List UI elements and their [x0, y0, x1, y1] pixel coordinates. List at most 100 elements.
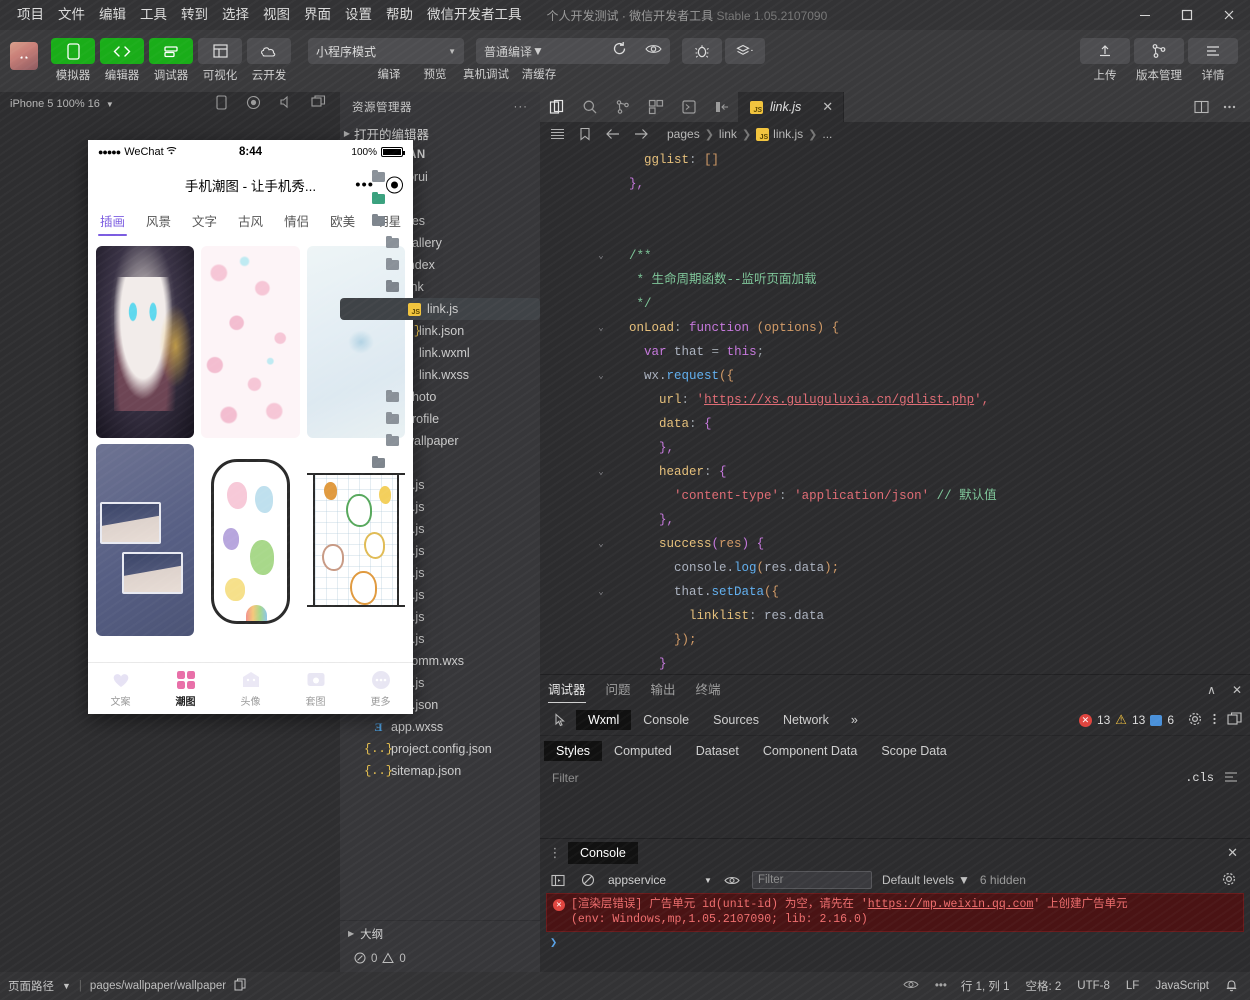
debug-icon[interactable] [672, 92, 705, 122]
maximize-button[interactable] [1166, 0, 1208, 30]
split-editor-icon[interactable] [1190, 95, 1212, 119]
console-filter-input[interactable]: Filter [751, 871, 872, 889]
console-prompt[interactable]: ❯ [540, 932, 1250, 953]
image-card[interactable] [96, 246, 195, 438]
image-card[interactable] [201, 246, 300, 438]
compile-select[interactable]: 普通编译 ▼ [476, 43, 602, 60]
console-context-select[interactable]: appservice ▼ [608, 873, 712, 887]
styles-tab-dataset[interactable]: Dataset [684, 741, 751, 761]
menu-item-tools[interactable]: 工具 [133, 0, 174, 30]
cursor-position[interactable]: 行 1, 列 1 [961, 978, 1010, 994]
breadcrumb-item-symbol[interactable]: ... [817, 127, 837, 141]
console-levels-select[interactable]: Default levels ▼ [882, 873, 970, 887]
source-control-icon[interactable] [606, 92, 639, 122]
compile-button[interactable] [602, 38, 636, 64]
tree-file[interactable]: {..} sitemap.json [340, 760, 540, 782]
phone-tabbar-item-chaotu[interactable]: 潮图 [153, 670, 218, 708]
phone-tab-western[interactable]: 欧美 [330, 211, 355, 235]
record-icon[interactable] [246, 95, 261, 113]
clear-cache-button[interactable] [725, 38, 765, 64]
gear-icon[interactable] [1222, 872, 1242, 889]
language-mode[interactable]: JavaScript [1155, 980, 1209, 992]
menu-item-help[interactable]: 帮助 [379, 0, 420, 30]
encoding[interactable]: UTF-8 [1077, 980, 1110, 992]
breadcrumb-item-link[interactable]: link [714, 127, 742, 141]
more-actions-icon[interactable]: ··· [514, 101, 529, 113]
image-card[interactable] [306, 444, 405, 636]
close-console-icon[interactable]: ✕ [1227, 845, 1250, 861]
phone-tab-ancient[interactable]: 古风 [238, 211, 263, 235]
kebab-menu-icon[interactable]: ⋮ [548, 845, 562, 861]
styles-tab-component-data[interactable]: Component Data [751, 741, 870, 761]
toggle-visual[interactable]: 可视化 [197, 38, 243, 83]
console-error-link[interactable]: https://mp.weixin.qq.com [868, 898, 1034, 911]
indent-setting[interactable]: 空格: 2 [1026, 978, 1062, 994]
menu-item-settings[interactable]: 设置 [338, 0, 379, 30]
console-eye-icon[interactable] [722, 875, 742, 886]
bell-icon[interactable] [1225, 978, 1238, 995]
fold-chevron-icon[interactable]: ⌄ [594, 587, 608, 597]
editor-tab-linkjs[interactable]: JS link.js ✕ [738, 92, 845, 122]
panel-tab-debugger[interactable]: 调试器 [548, 675, 586, 705]
toggle-editor[interactable]: 编辑器 [99, 38, 145, 83]
devtools-tab-wxml[interactable]: Wxml [576, 710, 632, 730]
fold-chevron-icon[interactable]: ⌄ [594, 323, 608, 333]
styles-tab-scope-data[interactable]: Scope Data [869, 741, 958, 761]
chevron-down-icon[interactable]: ▼ [62, 981, 71, 991]
search-icon[interactable] [573, 92, 606, 122]
toggle-debugger[interactable]: 调试器 [148, 38, 194, 83]
styles-tab-styles[interactable]: Styles [544, 740, 603, 761]
kebab-menu-icon[interactable] [1212, 712, 1217, 729]
eye-icon[interactable] [903, 979, 919, 993]
breadcrumb-item-pages[interactable]: pages [662, 127, 705, 141]
extensions-icon[interactable] [639, 92, 672, 122]
preview-button[interactable] [636, 38, 670, 64]
panel-tab-output[interactable]: 输出 [651, 675, 676, 705]
image-card[interactable] [96, 444, 195, 636]
fold-chevron-icon[interactable]: ⌄ [594, 539, 608, 549]
copy-icon[interactable] [234, 978, 246, 994]
clear-console-icon[interactable] [578, 873, 598, 887]
minimize-button[interactable] [1124, 0, 1166, 30]
close-circle-icon[interactable] [386, 176, 403, 194]
devtools-more-tabs[interactable]: » [841, 713, 868, 727]
mode-select[interactable]: 小程序模式 ▼ [308, 38, 464, 64]
phone-tab-text[interactable]: 文字 [192, 211, 217, 235]
forward-arrow-icon[interactable] [628, 122, 654, 146]
menu-item-file[interactable]: 文件 [51, 0, 92, 30]
phone-tabbar-item-wenan[interactable]: 文案 [88, 670, 153, 708]
console-tab[interactable]: Console [568, 842, 638, 864]
phone-tab-couple[interactable]: 情侣 [284, 211, 309, 235]
device-select[interactable]: iPhone 5 100% 16 [10, 98, 100, 110]
phone-tabbar-item-touxiang[interactable]: 头像 [218, 670, 283, 708]
more-icon[interactable]: ••• [935, 980, 947, 992]
add-style-rule-icon[interactable] [1214, 771, 1238, 786]
styles-filter-input[interactable]: Filter [552, 771, 579, 785]
upload-button[interactable]: 上传 [1080, 38, 1130, 83]
volume-icon[interactable] [279, 95, 293, 113]
code-editor[interactable]: ⌄ ⌄ ⌄ ⌄ ⌄ ⌄ gglist: [] }, /** * 生命周期函数--监听页面加… [540, 146, 1250, 674]
close-panel-icon[interactable]: ✕ [1232, 683, 1242, 697]
page-path-value[interactable]: pages/wallpaper/wallpaper [90, 980, 226, 992]
device-rotate-icon[interactable] [215, 95, 228, 113]
explorer-icon[interactable] [540, 92, 573, 122]
fold-chevron-icon[interactable]: ⌄ [594, 467, 608, 477]
phone-tabbar-item-more[interactable]: 更多 [348, 670, 413, 708]
outline-icon[interactable] [544, 122, 570, 146]
collapse-panel-icon[interactable]: ∧ [1207, 683, 1216, 697]
back-arrow-icon[interactable] [600, 122, 626, 146]
menu-item-view[interactable]: 视图 [256, 0, 297, 30]
version-control-button[interactable]: 版本管理 [1134, 38, 1184, 83]
console-sidebar-icon[interactable] [548, 874, 568, 887]
image-card[interactable] [201, 444, 300, 636]
cls-button[interactable]: .cls [1185, 771, 1214, 785]
menu-item-project[interactable]: 项目 [10, 0, 51, 30]
menu-item-edit[interactable]: 编辑 [92, 0, 133, 30]
menu-item-select[interactable]: 选择 [215, 0, 256, 30]
fold-chevron-icon[interactable]: ⌄ [594, 371, 608, 381]
bookmark-icon[interactable] [572, 122, 598, 146]
tree-file[interactable]: JS link.js [340, 298, 540, 320]
line-ending[interactable]: LF [1126, 980, 1139, 992]
more-actions-icon[interactable] [1218, 95, 1240, 119]
devtools-tab-network[interactable]: Network [771, 710, 841, 730]
